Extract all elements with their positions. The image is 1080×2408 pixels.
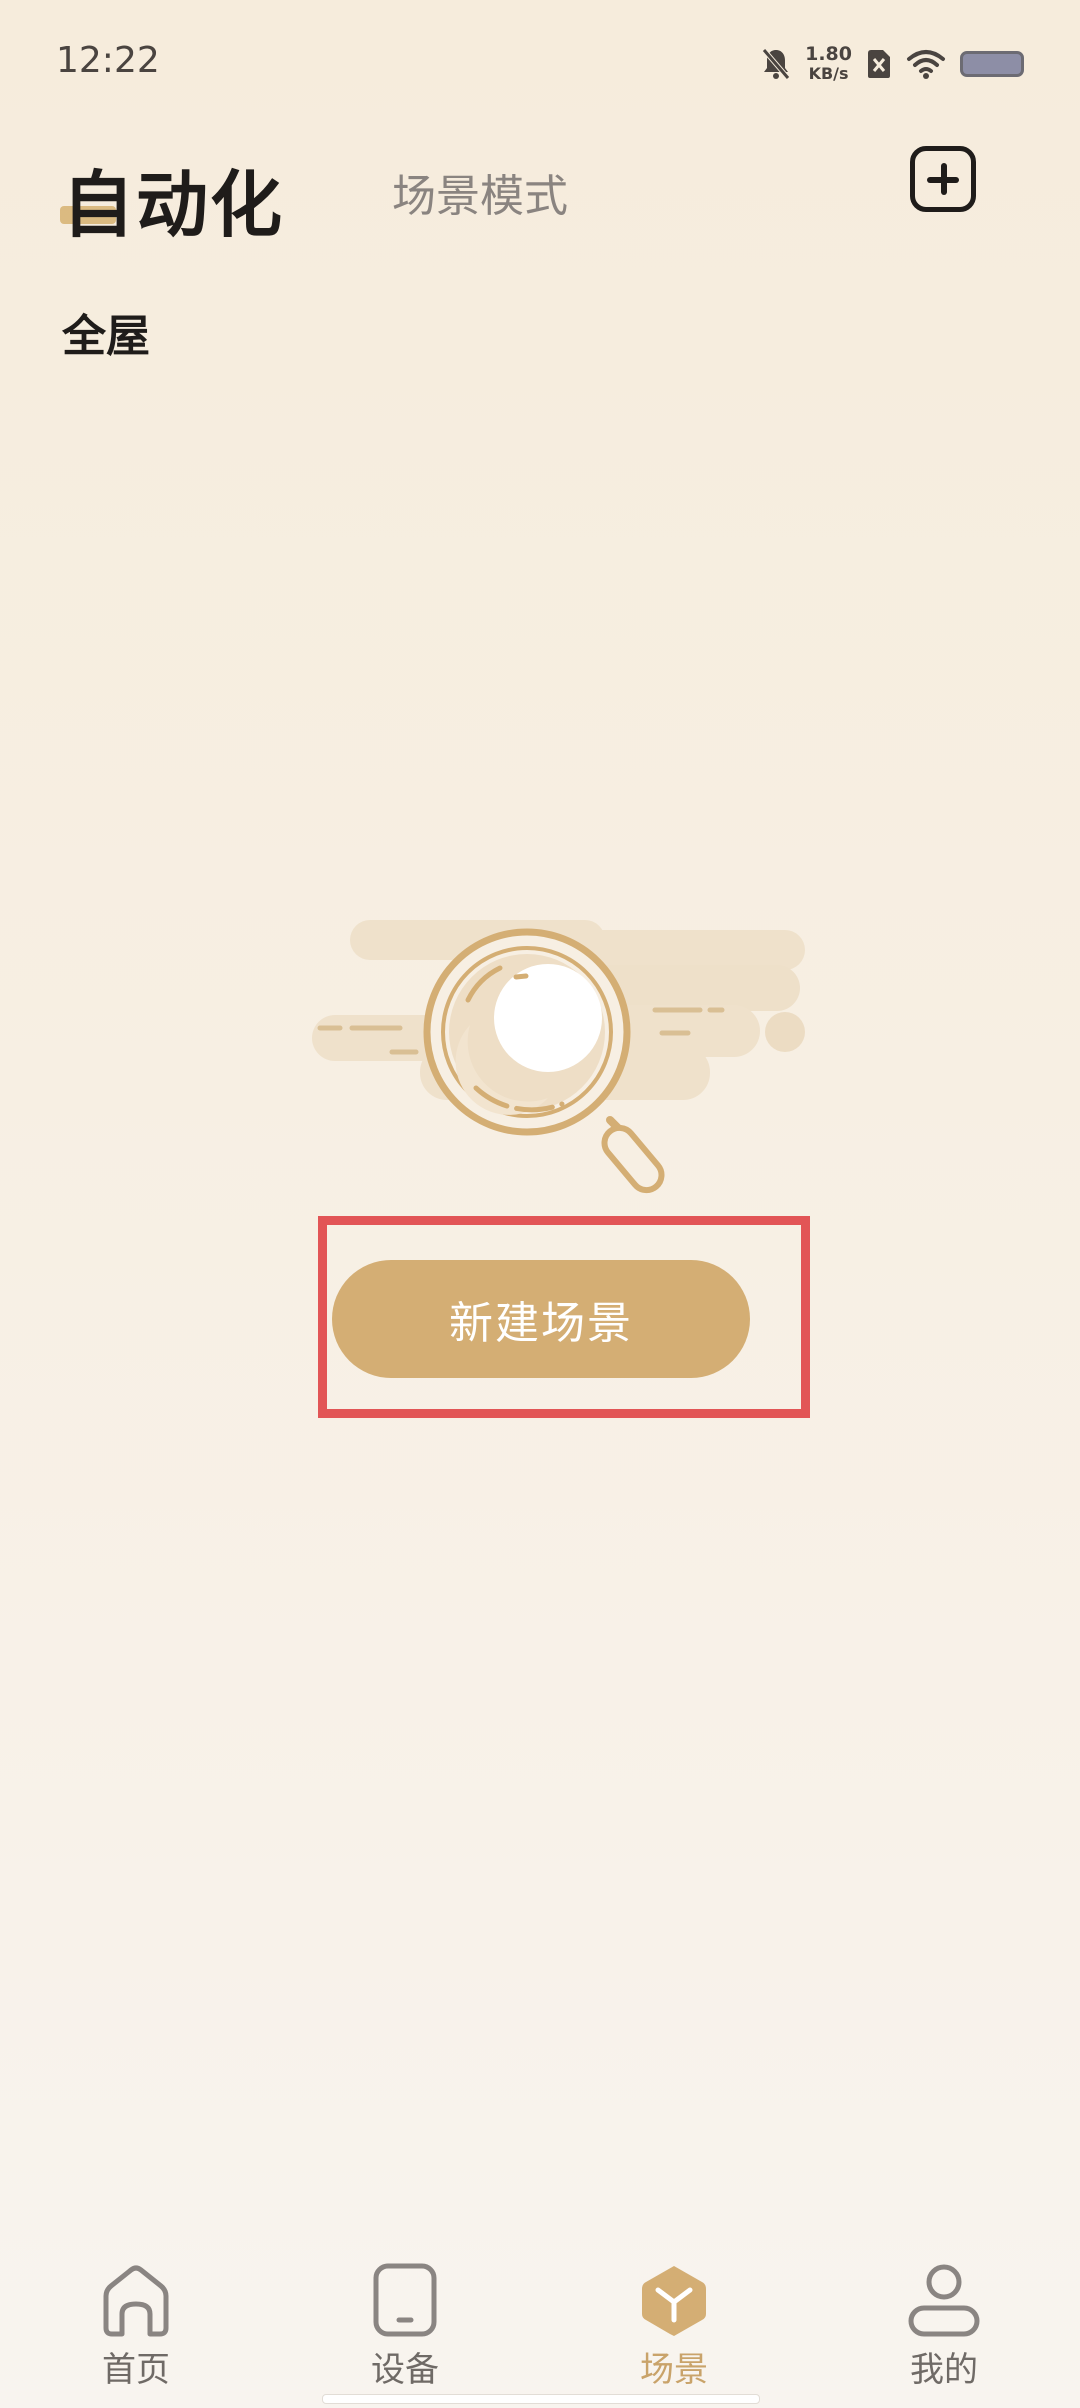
no-sim-icon	[868, 50, 890, 78]
scene-icon	[642, 2266, 706, 2336]
speed-unit: KB/s	[808, 64, 849, 83]
section-label[interactable]: 全屋	[62, 300, 150, 364]
status-bar: 12:22 1.80 KB/s	[0, 0, 1080, 130]
nav-label-home: 首页	[102, 2350, 170, 2390]
nav-label-device: 设备	[371, 2350, 439, 2390]
tab-scene-mode[interactable]: 场景模式	[392, 160, 568, 224]
nav-item-device[interactable]: 设备	[335, 2262, 475, 2391]
nav-label-scene: 场景	[640, 2350, 708, 2390]
nav-item-home[interactable]: 首页	[66, 2262, 206, 2391]
wifi-icon	[907, 50, 945, 79]
nav-item-scene[interactable]: 场景	[604, 2262, 744, 2391]
speed-value: 1.80	[805, 43, 852, 65]
network-speed: 1.80 KB/s	[805, 43, 852, 84]
device-icon	[373, 2263, 437, 2337]
home-indicator[interactable]	[322, 2394, 760, 2404]
home-icon	[103, 2265, 169, 2337]
battery-icon	[960, 51, 1024, 77]
new-scene-button[interactable]: 新建场景	[332, 1260, 750, 1378]
magnifier-empty-icon	[312, 920, 805, 1194]
profile-icon	[908, 2264, 980, 2337]
nav-item-profile[interactable]: 我的	[874, 2262, 1014, 2391]
status-time: 12:22	[56, 40, 160, 81]
add-button[interactable]	[910, 146, 976, 212]
nav-label-profile: 我的	[910, 2350, 978, 2390]
status-icons: 1.80 KB/s	[761, 42, 1024, 86]
bottom-nav: 首页 设备 场景 我的	[0, 2250, 1080, 2408]
bell-muted-icon	[762, 48, 791, 80]
page-title-tab[interactable]: 自动化	[62, 146, 284, 251]
